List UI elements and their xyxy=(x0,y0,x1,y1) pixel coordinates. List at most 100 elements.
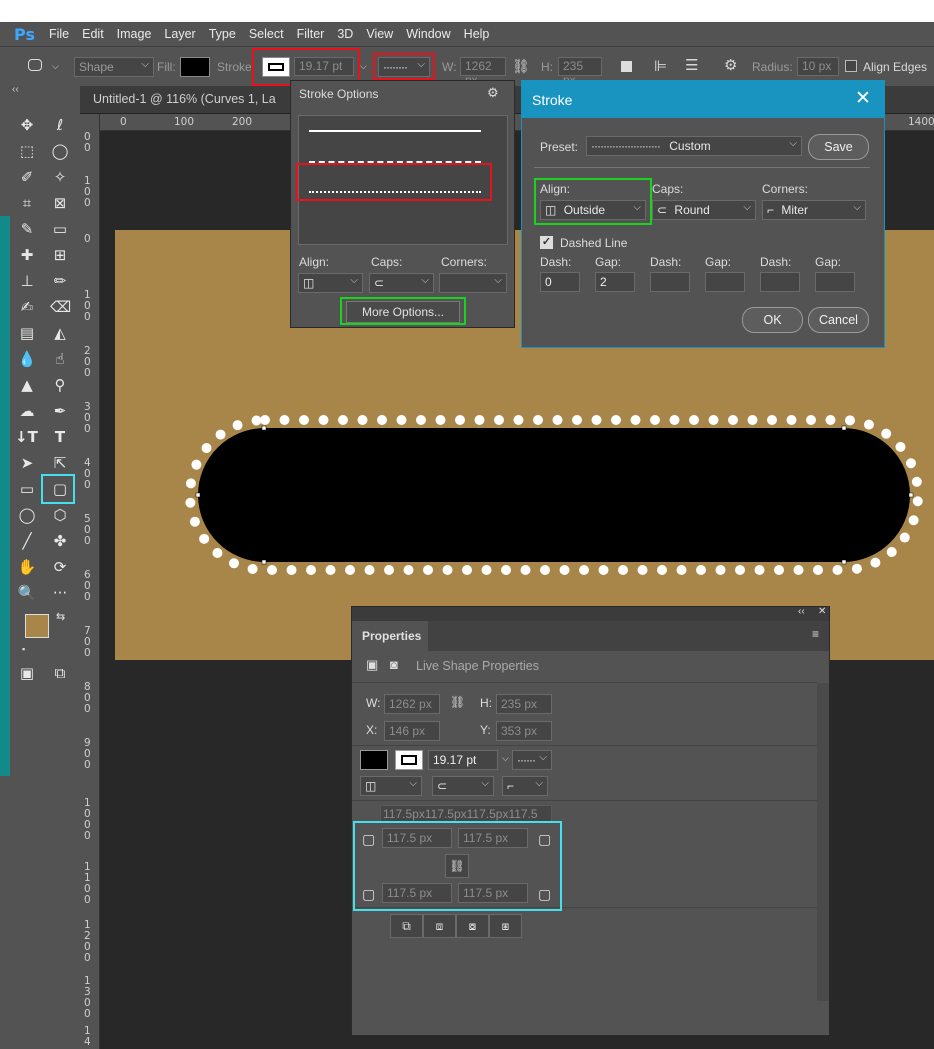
ruler-tool-icon[interactable]: ▭ xyxy=(50,220,70,238)
hand-tool-icon[interactable]: ✋ xyxy=(17,558,37,576)
ok-button[interactable]: OK xyxy=(742,307,803,333)
tool-mode-select[interactable]: Shape ⌵ xyxy=(74,57,154,77)
menu-type[interactable]: Type xyxy=(209,27,236,41)
custom-shape-icon[interactable]: ✤ xyxy=(50,532,70,550)
stroke-swatch[interactable] xyxy=(395,750,423,770)
save-button[interactable]: Save xyxy=(808,134,869,160)
foreground-color-swatch[interactable] xyxy=(25,614,49,638)
quick-selection-icon[interactable]: ✐ xyxy=(17,168,37,186)
default-colors-icon[interactable]: ▪ xyxy=(22,644,25,654)
subtract-shapes-icon[interactable]: ⧈ xyxy=(423,914,456,938)
gradient-tool-icon[interactable]: ▤ xyxy=(17,324,37,342)
menu-filter[interactable]: Filter xyxy=(297,27,325,41)
smudge-tool-icon[interactable]: ☝ xyxy=(50,350,70,368)
tab-properties[interactable]: Properties xyxy=(352,621,428,651)
corners-select[interactable]: ⌵ xyxy=(439,273,507,293)
path-arrangement-icon[interactable]: ☰ xyxy=(685,56,698,74)
brush-tool-icon[interactable]: ✏ xyxy=(50,272,70,290)
sponge-tool-icon[interactable]: ☁ xyxy=(17,402,37,420)
rotate-view-icon[interactable]: ⟳ xyxy=(50,558,70,576)
zoom-tool-icon[interactable]: 🔍 xyxy=(17,584,37,602)
caps-select[interactable]: ⊂ Round ⌵ xyxy=(652,200,756,220)
pen-tool-icon[interactable]: ✒ xyxy=(50,402,70,420)
direct-selection-icon[interactable]: ⇱ xyxy=(50,454,70,472)
align-select[interactable]: ◫ ⌵ xyxy=(298,273,363,293)
align-edges-checkbox[interactable] xyxy=(845,60,857,72)
history-brush-icon[interactable]: ✍ xyxy=(17,298,37,316)
x-field[interactable]: 146 px xyxy=(384,721,440,741)
ellipse-tool-icon[interactable]: ◯ xyxy=(17,506,37,524)
path-alignment-icon[interactable]: ⊫ xyxy=(654,57,667,75)
link-icon[interactable]: ⛓ xyxy=(512,58,530,75)
y-field[interactable]: 353 px xyxy=(496,721,552,741)
chevron-down-icon[interactable]: ⌵ xyxy=(502,753,509,764)
caps-select[interactable]: ⊂ ⌵ xyxy=(369,273,434,293)
swap-colors-icon[interactable]: ⇆ xyxy=(56,610,65,623)
dashed-line-checkbox[interactable]: ✓ xyxy=(540,236,553,249)
preset-solid-line[interactable] xyxy=(309,130,481,132)
dash-field-1[interactable]: 0 xyxy=(540,272,580,292)
exclude-shapes-icon[interactable]: ⧆ xyxy=(489,914,522,938)
menu-3d[interactable]: 3D xyxy=(337,27,353,41)
fill-swatch[interactable] xyxy=(180,57,210,77)
blur-tool-icon[interactable]: 💧 xyxy=(17,350,37,368)
corners-select[interactable]: ⌐ ⌵ xyxy=(502,776,548,796)
document-tab[interactable]: Untitled-1 @ 116% (Curves 1, La xyxy=(93,92,276,106)
lasso-tool-icon[interactable]: ℓ xyxy=(50,116,70,134)
preset-select[interactable]: ······················· Custom ⌵ xyxy=(586,136,802,156)
quick-mask-icon[interactable]: ▣ xyxy=(17,664,37,682)
elliptical-marquee-icon[interactable]: ◯ xyxy=(50,142,70,160)
combine-shapes-icon[interactable]: ⧉ xyxy=(390,914,423,938)
width-field[interactable]: 1262 px xyxy=(460,57,506,87)
paint-bucket-icon[interactable]: ◭ xyxy=(50,324,70,342)
panel-menu-icon[interactable]: ≡ xyxy=(812,627,819,641)
marquee-tool-icon[interactable]: ⬚ xyxy=(17,142,37,160)
pill-shape[interactable] xyxy=(180,410,930,585)
magic-wand-icon[interactable]: ✧ xyxy=(50,168,70,186)
rectangle-tool-icon[interactable]: ▭ xyxy=(17,480,37,498)
dash-field-2[interactable] xyxy=(650,272,690,292)
link-icon[interactable]: ⛓ xyxy=(450,695,465,709)
dash-field-3[interactable] xyxy=(760,272,800,292)
type-tool-icon[interactable]: T xyxy=(50,428,70,446)
menu-window[interactable]: Window xyxy=(406,27,450,41)
intersect-shapes-icon[interactable]: ⧇ xyxy=(456,914,489,938)
radius-field[interactable]: 10 px xyxy=(797,57,839,76)
move-tool-icon[interactable]: ✥ xyxy=(17,116,37,134)
eyedropper-icon[interactable]: ✎ xyxy=(17,220,37,238)
chevron-down-icon[interactable]: ⌵ xyxy=(360,61,367,72)
stamp-tool-icon[interactable]: ⊥ xyxy=(17,272,37,290)
collapse-icon[interactable]: ‹‹ xyxy=(12,84,19,95)
dodge-tool-icon[interactable]: ⚲ xyxy=(50,376,70,394)
height-field[interactable]: 235 px xyxy=(558,57,602,87)
crop-tool-icon[interactable]: ⌗ xyxy=(17,194,37,212)
collapse-icon[interactable]: ‹‹ xyxy=(798,606,805,617)
polygon-tool-icon[interactable]: ⬡ xyxy=(50,506,70,524)
menu-help[interactable]: Help xyxy=(464,27,490,41)
content-aware-icon[interactable]: ⊞ xyxy=(50,246,70,264)
align-select[interactable]: ◫ ⌵ xyxy=(360,776,422,796)
stroke-type-select[interactable]: ······ ⌵ xyxy=(512,750,552,770)
sharpen-tool-icon[interactable]: ▲ xyxy=(17,376,37,394)
slice-tool-icon[interactable]: ⊠ xyxy=(50,194,70,212)
menu-image[interactable]: Image xyxy=(117,27,152,41)
more-tools-icon[interactable]: ··· xyxy=(50,584,70,602)
close-icon[interactable]: ✕ xyxy=(818,606,826,617)
menu-layer[interactable]: Layer xyxy=(164,27,195,41)
chevron-down-icon[interactable]: ⌵ xyxy=(52,61,59,72)
gear-icon[interactable]: ⚙ xyxy=(487,85,499,101)
stroke-width-field[interactable]: 19.17 pt xyxy=(428,750,498,770)
menu-file[interactable]: File xyxy=(49,27,69,41)
path-operations-icon[interactable] xyxy=(621,61,632,72)
menu-view[interactable]: View xyxy=(366,27,393,41)
eraser-tool-icon[interactable]: ⌫ xyxy=(50,298,71,316)
path-selection-icon[interactable]: ➤ xyxy=(17,454,37,472)
scrollbar[interactable] xyxy=(817,683,829,1001)
gap-field-1[interactable]: 2 xyxy=(595,272,635,292)
gap-field-2[interactable] xyxy=(705,272,745,292)
fill-swatch[interactable] xyxy=(360,750,388,770)
height-field[interactable]: 235 px xyxy=(496,694,552,714)
screen-mode-icon[interactable]: ⧉ xyxy=(50,664,70,682)
rounded-rectangle-tool-icon[interactable] xyxy=(28,59,42,71)
gear-icon[interactable]: ⚙ xyxy=(724,56,737,74)
